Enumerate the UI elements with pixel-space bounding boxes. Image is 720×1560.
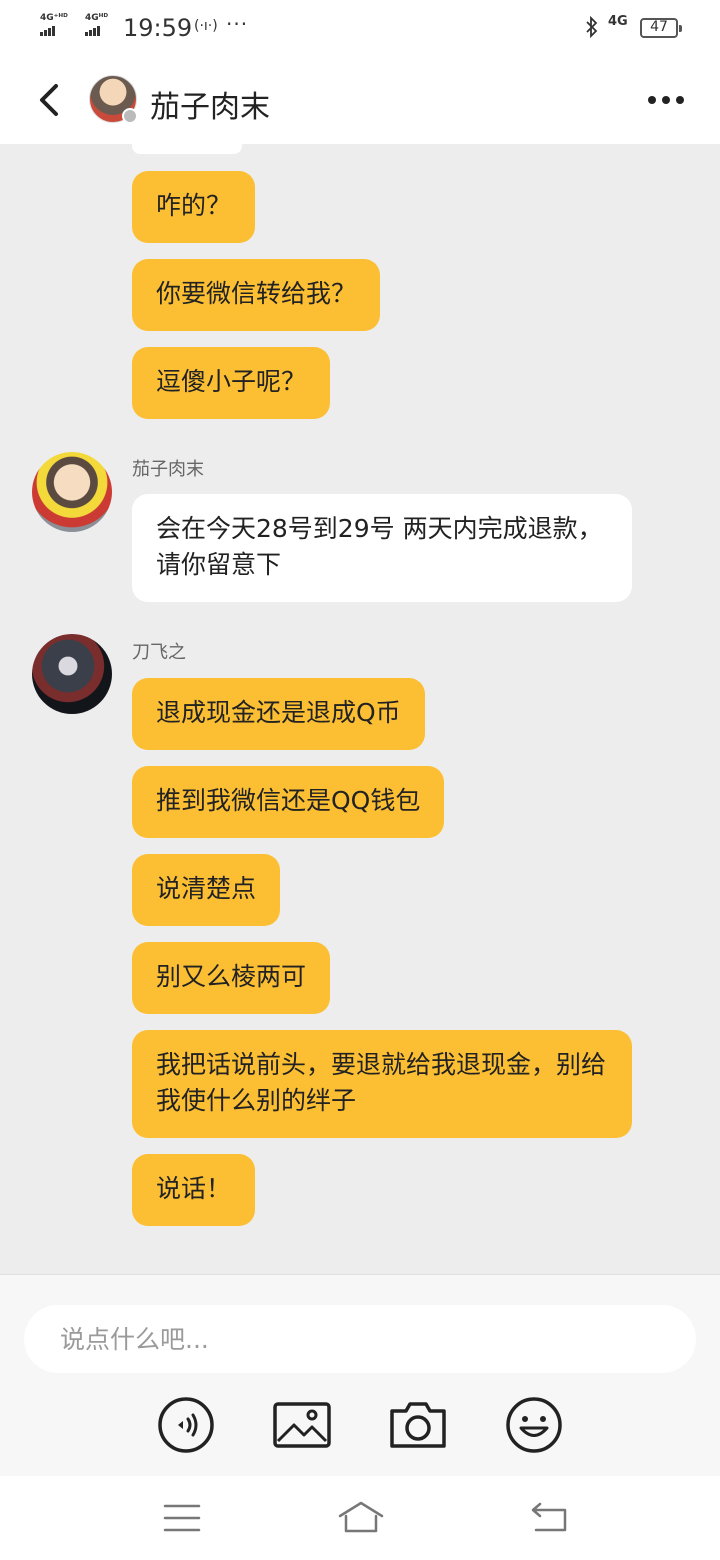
- input-panel: [0, 1274, 720, 1476]
- contact-name[interactable]: 茄子肉末: [150, 82, 270, 126]
- message-input[interactable]: [24, 1305, 696, 1373]
- more-options-button[interactable]: [646, 88, 686, 112]
- message-bubble[interactable]: 咋的？: [132, 171, 256, 243]
- chat-messages[interactable]: 咋的？ 你要微信转给我？ 逗傻小子呢？ 茄子肉末 会在今天28号到29号 两天内…: [0, 144, 720, 1274]
- sender-avatar[interactable]: [32, 452, 112, 532]
- emoji-button[interactable]: [504, 1395, 564, 1455]
- image-icon: [273, 1402, 331, 1448]
- partial-message-card: [132, 144, 242, 154]
- more-notifications-icon: ···: [226, 12, 249, 36]
- network-type-1: 4G⁺ᴴᴰ: [40, 13, 68, 23]
- message-bubble[interactable]: 你要微信转给我？: [132, 259, 381, 331]
- sender-name: 茄子肉末: [132, 459, 204, 480]
- message-bubble[interactable]: 退成现金还是退成Q币: [132, 678, 425, 750]
- system-back-button[interactable]: [528, 1498, 572, 1538]
- signal-icon-1: 4G⁺ᴴᴰ: [40, 14, 68, 36]
- sender-avatar[interactable]: [32, 634, 112, 714]
- network-type-2: 4Gᴴᴰ: [85, 13, 109, 23]
- sender-name: 刀飞之: [132, 642, 186, 663]
- camera-icon: [390, 1402, 446, 1448]
- hotspot-icon: (·ı·): [194, 18, 218, 34]
- clock: 19:59: [123, 14, 193, 42]
- back-button[interactable]: [30, 80, 70, 120]
- offline-status-dot: [122, 108, 138, 124]
- bluetooth-icon: [585, 15, 599, 43]
- home-icon: [338, 1501, 384, 1533]
- battery-icon: 47: [640, 18, 682, 38]
- message-bubble[interactable]: 我把话说前头，要退就给我退现金，别给我使什么别的绊子: [132, 1030, 632, 1138]
- signal-icon-2: 4Gᴴᴰ: [85, 14, 108, 36]
- message-bubble[interactable]: 说话！: [132, 1154, 256, 1226]
- system-navigation-bar: [0, 1476, 720, 1560]
- recent-apps-button[interactable]: [160, 1498, 204, 1538]
- home-button[interactable]: [337, 1498, 384, 1538]
- message-bubble[interactable]: 推到我微信还是QQ钱包: [132, 766, 445, 838]
- voice-button[interactable]: [156, 1395, 216, 1455]
- message-bubble[interactable]: 逗傻小子呢？: [132, 347, 331, 419]
- message-bubble[interactable]: 说清楚点: [132, 854, 281, 926]
- battery-level: 47: [650, 19, 668, 35]
- emoji-icon: [506, 1397, 562, 1453]
- voice-icon: [158, 1397, 214, 1453]
- menu-icon: [163, 1504, 201, 1532]
- contact-avatar[interactable]: [89, 75, 138, 124]
- message-bubble[interactable]: 别又么棱两可: [132, 942, 331, 1014]
- network-4g-indicator: 4G: [608, 14, 628, 29]
- message-bubble[interactable]: 会在今天28号到29号 两天内完成退款，请你留意下: [132, 494, 632, 602]
- back-nav-icon: [531, 1502, 567, 1532]
- camera-button[interactable]: [388, 1395, 448, 1455]
- back-arrow-icon: [40, 84, 58, 116]
- chat-header: 茄子肉末: [0, 58, 720, 144]
- status-bar: 4G⁺ᴴᴰ 4Gᴴᴰ 19:59 (·ı·) ··· 4G 47: [0, 0, 720, 58]
- image-button[interactable]: [272, 1395, 332, 1455]
